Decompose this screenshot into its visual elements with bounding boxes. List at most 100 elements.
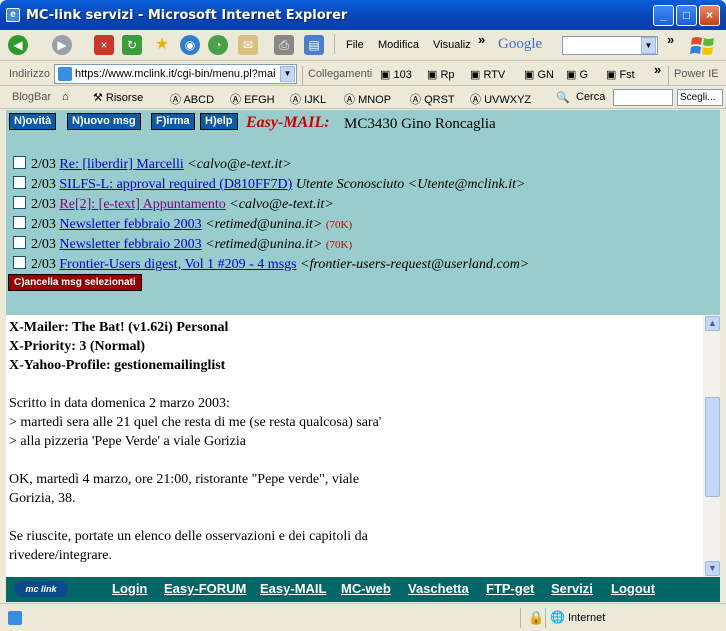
message-checkbox[interactable]: [13, 236, 26, 249]
account-owner: MC3430 Gino Roncaglia: [344, 116, 496, 132]
footer-link-easy-forum[interactable]: Easy-FORUM: [164, 581, 246, 596]
link-gn[interactable]: ▣ GN: [524, 68, 554, 81]
message-checkbox[interactable]: [13, 216, 26, 229]
refresh-icon[interactable]: ↻: [122, 35, 142, 55]
footer-link-servizi[interactable]: Servizi: [551, 581, 593, 596]
message-row: 2/03 SILFS-L: approval required (D810FF7…: [13, 176, 525, 194]
blogbar-uvwxyz[interactable]: Ⓐ UVWXYZ: [470, 91, 531, 107]
mail-list-frame: N)ovità N)uovo msg F)irma H)elp Easy-MAI…: [6, 110, 720, 315]
help-button[interactable]: H)elp: [200, 113, 238, 130]
easy-mail-brand: Easy-MAIL:: [246, 114, 330, 131]
blogbar-select[interactable]: Scegli...: [677, 89, 723, 106]
page-icon: [58, 67, 72, 81]
ie-app-icon: e: [6, 8, 20, 22]
security-zone: Internet: [568, 612, 606, 624]
scroll-down-icon[interactable]: ▼: [705, 561, 720, 576]
link-103[interactable]: ▣ 103: [380, 68, 412, 81]
window-title: MC-link servizi - Microsoft Internet Exp…: [26, 8, 348, 23]
message-row: 2/03 Newsletter febbraio 2003 <retimed@u…: [13, 216, 352, 234]
body-line: Gorizia, 38.: [9, 491, 76, 506]
back-arrow-icon[interactable]: ◀: [8, 35, 28, 55]
firma-button[interactable]: F)irma: [151, 113, 195, 130]
blogbar-search-input[interactable]: [613, 89, 673, 106]
blogbar-ijkl[interactable]: Ⓐ IJKL: [290, 91, 326, 107]
novita-button[interactable]: N)ovità: [9, 113, 57, 130]
body-line: [9, 508, 699, 527]
delete-selected-button[interactable]: C)ancella msg selezionati: [8, 274, 142, 291]
footer-link-logout[interactable]: Logout: [611, 581, 655, 596]
body-line: Scritto in data domenica 2 marzo 2003:: [9, 396, 230, 411]
close-button[interactable]: ×: [699, 5, 720, 26]
footer-nav: mc link Login Easy-FORUM Easy-MAIL MC-we…: [6, 577, 720, 602]
message-row: 2/03 Newsletter febbraio 2003 <retimed@u…: [13, 236, 352, 254]
scroll-up-icon[interactable]: ▲: [705, 316, 720, 331]
header-line: X-Priority: 3 (Normal): [9, 339, 146, 354]
stop-icon[interactable]: ×: [94, 35, 114, 55]
blogbar-mnop[interactable]: Ⓐ MNOP: [344, 91, 391, 107]
lock-icon: 🔒: [528, 610, 545, 625]
favorites-star-icon[interactable]: ★: [152, 35, 172, 55]
message-row: 2/03 Re: [liberdir] Marcelli <calvo@e-te…: [13, 156, 292, 174]
body-line: > martedì sera alle 21 quel che resta di…: [9, 415, 382, 430]
message-checkbox[interactable]: [13, 256, 26, 269]
window-title-bar[interactable]: e MC-link servizi - Microsoft Internet E…: [0, 0, 726, 30]
history-icon[interactable]: ◔: [208, 35, 228, 55]
search-icon[interactable]: 🔍: [556, 91, 570, 104]
message-row: 2/03 Re[2]: [e-text] Appuntamento <calvo…: [13, 196, 334, 214]
dropdown-arrow-icon[interactable]: ▼: [280, 66, 295, 82]
footer-link-login[interactable]: Login: [112, 581, 147, 596]
message-checkbox[interactable]: [13, 196, 26, 209]
footer-link-easy-mail[interactable]: Easy-MAIL: [260, 581, 326, 596]
edit-icon[interactable]: ▤: [304, 35, 324, 55]
blogbar-qrst[interactable]: Ⓐ QRST: [410, 91, 455, 107]
message-subject-link[interactable]: Frontier-Users digest, Vol 1 #209 - 4 ms…: [59, 257, 296, 272]
blogbar-home-icon[interactable]: ⌂: [62, 91, 69, 103]
print-icon[interactable]: ⎙: [274, 35, 294, 55]
address-label: Indirizzo: [9, 68, 50, 80]
link-fst[interactable]: ▣ Fst: [606, 68, 635, 81]
scroll-thumb[interactable]: [705, 397, 720, 497]
blogbar-abcd[interactable]: Ⓐ ABCD: [170, 91, 214, 107]
link-g[interactable]: ▣ G: [566, 68, 588, 81]
media-icon[interactable]: ◉: [180, 35, 200, 55]
footer-link-ftp-get[interactable]: FTP-get: [486, 581, 534, 596]
menu-file[interactable]: File: [346, 39, 364, 51]
chevron-more-icon[interactable]: »: [478, 32, 485, 47]
message-subject-link[interactable]: Newsletter febbraio 2003: [59, 217, 201, 232]
blogbar-label: BlogBar: [12, 91, 52, 103]
message-checkbox[interactable]: [13, 156, 26, 169]
forward-arrow-icon[interactable]: ▶: [52, 35, 72, 55]
footer-link-vaschetta[interactable]: Vaschetta: [408, 581, 469, 596]
vertical-scrollbar[interactable]: ▲ ▼: [703, 315, 720, 577]
page-status-icon: [8, 611, 22, 625]
message-body: X-Mailer: The Bat! (v1.62i) Personal X-P…: [9, 318, 699, 565]
message-row: 2/03 Frontier-Users digest, Vol 1 #209 -…: [13, 256, 529, 274]
footer-link-mc-web[interactable]: MC-web: [341, 581, 391, 596]
link-rtv[interactable]: ▣ RTV: [470, 68, 505, 81]
message-body-frame: X-Mailer: The Bat! (v1.62i) Personal X-P…: [6, 315, 720, 577]
message-subject-link[interactable]: Re[2]: [e-text] Appuntamento: [59, 197, 225, 212]
maximize-button[interactable]: □: [676, 5, 697, 26]
body-line: Se riuscite, portate un elenco delle oss…: [9, 529, 368, 544]
message-checkbox[interactable]: [13, 176, 26, 189]
message-subject-link[interactable]: Newsletter febbraio 2003: [59, 237, 201, 252]
power-ie-label[interactable]: Power IE: [674, 68, 719, 80]
menu-visualizza[interactable]: Visualiz: [433, 39, 471, 51]
address-input[interactable]: https://www.mclink.it/cgi-bin/menu.pl?ma…: [54, 64, 297, 84]
dropdown-arrow-icon[interactable]: ▼: [641, 37, 656, 54]
blogbar-efgh[interactable]: Ⓐ EFGH: [230, 91, 275, 107]
windows-logo: [688, 34, 720, 58]
message-subject-link[interactable]: SILFS-L: approval required (D810FF7D): [59, 177, 292, 192]
chevron-more-icon[interactable]: »: [667, 32, 674, 47]
mail-icon[interactable]: ✉: [238, 35, 258, 55]
nuovo-msg-button[interactable]: N)uovo msg: [67, 113, 141, 130]
menu-modifica[interactable]: Modifica: [378, 39, 419, 51]
risorse-menu[interactable]: ⚒ Risorse: [93, 91, 143, 104]
minimize-button[interactable]: _: [653, 5, 674, 26]
link-rp[interactable]: ▣ Rp: [427, 68, 455, 81]
links-label: Collegamenti: [308, 68, 373, 80]
header-line: X-Yahoo-Profile: gestionemailinglist: [9, 358, 226, 373]
chevron-more-icon[interactable]: »: [654, 62, 661, 77]
message-subject-link[interactable]: Re: [liberdir] Marcelli: [59, 157, 183, 172]
blogbar-row: BlogBar ⌂ ⚒ Risorse Ⓐ ABCD Ⓐ EFGH Ⓐ IJKL…: [0, 87, 726, 109]
